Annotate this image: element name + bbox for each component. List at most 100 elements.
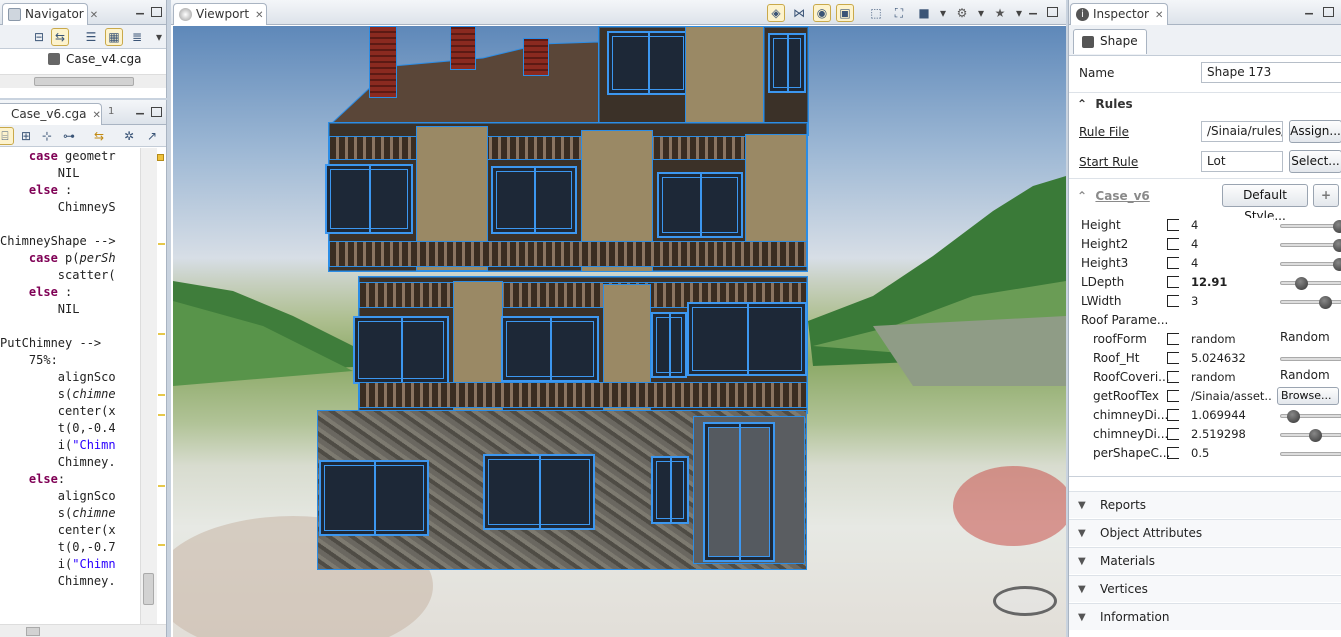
attribute-value-field[interactable]: 12.91 xyxy=(1187,275,1273,291)
bookmark-menu-icon[interactable]: ▾ xyxy=(1010,4,1028,22)
close-icon[interactable]: ✕ xyxy=(90,10,98,21)
code-line[interactable]: t(0,-0.7 xyxy=(0,539,140,556)
case-section-header[interactable]: ⌃ Case_v6 xyxy=(1077,189,1150,203)
minimize-icon[interactable]: ▁ xyxy=(134,5,146,17)
attribute-slider[interactable] xyxy=(1280,220,1341,233)
attribute-dropdown[interactable]: Random xyxy=(1280,330,1330,344)
filter-icon[interactable]: ☰ xyxy=(82,28,100,46)
maximize-icon[interactable] xyxy=(1047,7,1058,17)
attribute-slider[interactable] xyxy=(1280,452,1341,456)
code-line[interactable]: alignSco xyxy=(0,369,140,386)
code-line[interactable] xyxy=(0,216,140,233)
attribute-group-header[interactable]: Roof Parame... xyxy=(1069,311,1341,330)
slider-knob[interactable] xyxy=(1333,239,1341,252)
annotation-marker[interactable] xyxy=(158,544,165,546)
start-rule-link[interactable]: Start Rule xyxy=(1079,155,1138,169)
section-reports[interactable]: ▼ Reports xyxy=(1069,491,1341,518)
code-line[interactable]: s(chimne xyxy=(0,505,140,522)
attribute-source-icon[interactable] xyxy=(1167,295,1179,307)
code-line[interactable]: else : xyxy=(0,284,140,301)
code-line[interactable]: else : xyxy=(0,182,140,199)
close-icon[interactable]: ✕ xyxy=(1155,10,1163,21)
camera-icon[interactable]: ■ xyxy=(915,4,933,22)
slider-knob[interactable] xyxy=(1295,277,1309,290)
code-line[interactable]: center(x xyxy=(0,522,140,539)
select-button[interactable]: Select... xyxy=(1289,150,1341,173)
slider-knob[interactable] xyxy=(1333,258,1341,271)
close-icon[interactable]: ✕ xyxy=(255,10,263,21)
code-line[interactable]: scatter( xyxy=(0,267,140,284)
attribute-source-icon[interactable] xyxy=(1167,257,1179,269)
code-line[interactable]: center(x xyxy=(0,403,140,420)
attribute-dropdown[interactable]: Random xyxy=(1280,368,1330,382)
attribute-source-icon[interactable] xyxy=(1167,447,1179,459)
code-line[interactable]: 75%: xyxy=(0,352,140,369)
settings-menu-icon[interactable]: ▾ xyxy=(972,4,990,22)
code-line[interactable]: i("Chimn xyxy=(0,556,140,573)
minimize-icon[interactable]: ▁ xyxy=(134,105,146,117)
maximize-icon[interactable] xyxy=(151,107,162,117)
code-line[interactable]: s(chimne xyxy=(0,386,140,403)
code-line[interactable]: Chimney. xyxy=(0,573,140,590)
attribute-value-field[interactable]: 4 xyxy=(1187,218,1273,234)
code-line[interactable]: ChimneyShape --> xyxy=(0,233,140,250)
gear-icon[interactable]: ⚙ xyxy=(953,4,971,22)
maximize-icon[interactable] xyxy=(1323,7,1334,17)
rule-file-field[interactable]: /Sinaia/rules/( xyxy=(1201,121,1283,142)
tab-viewport[interactable]: Viewport ✕ xyxy=(173,3,267,25)
slider-knob[interactable] xyxy=(1286,410,1300,423)
attribute-value-field[interactable]: 2.519298 xyxy=(1187,427,1273,443)
close-icon[interactable]: ✕ xyxy=(93,110,101,121)
attribute-slider[interactable] xyxy=(1280,277,1341,290)
code-line[interactable]: NIL xyxy=(0,301,140,318)
code-line[interactable]: i("Chimn xyxy=(0,437,140,454)
code-line[interactable]: t(0,-0.4 xyxy=(0,420,140,437)
view-mode-icon[interactable]: ▦ xyxy=(105,28,123,46)
attribute-value-field[interactable]: 4 xyxy=(1187,256,1273,272)
attribute-source-icon[interactable] xyxy=(1167,390,1179,402)
default-style-button[interactable]: Default Style... xyxy=(1222,184,1308,223)
select-tool-icon[interactable]: ⬚ xyxy=(867,4,885,22)
add-style-button[interactable]: + xyxy=(1313,184,1339,207)
attribute-source-icon[interactable] xyxy=(1167,428,1179,440)
attribute-value-field[interactable]: 5.024632 xyxy=(1187,351,1273,367)
section-vertices[interactable]: ▼ Vertices xyxy=(1069,575,1341,602)
code-line[interactable]: PutChimney --> xyxy=(0,335,140,352)
list-item[interactable]: Case_v4.cga xyxy=(48,52,142,66)
shaded-icon[interactable]: ◉ xyxy=(813,4,831,22)
link-editor-icon[interactable]: ⇆ xyxy=(51,28,69,46)
attribute-value-field[interactable]: 4 xyxy=(1187,237,1273,253)
attribute-value-field[interactable]: random xyxy=(1187,370,1273,386)
3d-scene[interactable] xyxy=(173,26,1066,637)
code-line[interactable]: case p(perSh xyxy=(0,250,140,267)
list-icon[interactable]: ≣ xyxy=(128,28,146,46)
attribute-source-icon[interactable] xyxy=(1167,238,1179,250)
split-mode-icon[interactable]: ⊹ xyxy=(38,127,56,145)
attribute-slider[interactable] xyxy=(1280,429,1341,442)
browse-button[interactable]: Browse... xyxy=(1277,387,1339,405)
code-text[interactable]: case geometr NIL else : ChimneyS Chimney… xyxy=(0,148,140,590)
scrollbar-thumb[interactable] xyxy=(143,573,154,605)
annotation-marker[interactable] xyxy=(158,485,165,487)
sync-icon[interactable]: ⇆ xyxy=(90,127,108,145)
code-line[interactable]: alignSco xyxy=(0,488,140,505)
tab-inspector[interactable]: i Inspector ✕ xyxy=(1070,3,1168,25)
editor-horizontal-scrollbar[interactable] xyxy=(0,624,166,637)
attribute-slider[interactable] xyxy=(1280,296,1341,309)
text-mode-icon[interactable]: ⌸ xyxy=(0,127,14,145)
tab-case-v6[interactable]: Case_v6.cga ✕ xyxy=(0,103,102,125)
code-line[interactable]: case geometr xyxy=(0,148,140,165)
shape-name-field[interactable]: Shape 173 xyxy=(1201,62,1341,83)
annotation-marker[interactable] xyxy=(158,414,165,416)
attribute-source-icon[interactable] xyxy=(1167,276,1179,288)
vertical-scrollbar[interactable] xyxy=(140,148,157,625)
camera-menu-icon[interactable]: ▾ xyxy=(934,4,952,22)
scrollbar-thumb[interactable] xyxy=(34,77,134,86)
generate-icon[interactable]: ✲ xyxy=(120,127,138,145)
attribute-source-icon[interactable] xyxy=(1167,219,1179,231)
slider-knob[interactable] xyxy=(1318,296,1332,309)
maximize-icon[interactable] xyxy=(151,7,162,17)
attribute-value-field[interactable]: random xyxy=(1187,332,1273,348)
outline-icon[interactable]: ⊶ xyxy=(60,127,78,145)
slider-knob[interactable] xyxy=(1308,429,1322,442)
